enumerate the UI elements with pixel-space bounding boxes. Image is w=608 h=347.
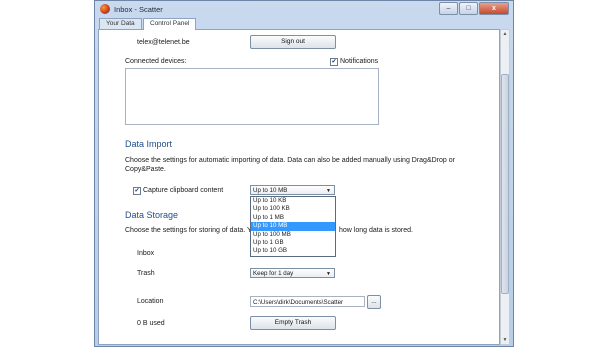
trash-retention-value: Keep for 1 day — [253, 270, 294, 277]
scrollbar-thumb[interactable] — [501, 74, 509, 294]
connected-devices-list[interactable] — [125, 68, 379, 125]
dropdown-option[interactable]: Up to 100 MB — [251, 231, 335, 239]
app-logo-icon — [100, 4, 110, 14]
data-storage-heading: Data Storage — [125, 210, 179, 220]
dropdown-option[interactable]: Up to 1 GB — [251, 239, 335, 247]
data-storage-description-left: Choose the settings for storing of data.… — [125, 227, 252, 234]
scroll-up-icon[interactable]: ▲ — [501, 30, 509, 38]
app-window: Inbox - Scatter – □ x Your Data Control … — [94, 0, 514, 347]
inbox-label: Inbox — [137, 250, 155, 257]
scroll-down-icon[interactable]: ▼ — [501, 336, 509, 344]
maximize-button[interactable]: □ — [459, 2, 478, 15]
chevron-down-icon: ▼ — [326, 271, 331, 277]
control-panel-content: telex@telenet.be Sign out Connected devi… — [98, 29, 500, 345]
dropdown-option[interactable]: Up to 100 KB — [251, 205, 335, 213]
empty-trash-button[interactable]: Empty Trash — [250, 316, 336, 330]
vertical-scrollbar[interactable]: ▲ ▼ — [500, 29, 510, 345]
location-input[interactable]: C:\Users\dirk\Documents\Scatter — [250, 296, 365, 307]
close-button[interactable]: x — [479, 2, 509, 15]
sign-out-button[interactable]: Sign out — [250, 35, 336, 49]
data-import-heading: Data Import — [125, 139, 173, 149]
location-label: Location — [137, 298, 164, 305]
import-size-select[interactable]: Up to 10 MB ▼ — [250, 185, 335, 195]
tab-your-data[interactable]: Your Data — [99, 18, 142, 29]
data-storage-description-right: how long data is stored. — [339, 227, 413, 234]
trash-retention-select[interactable]: Keep for 1 day ▼ — [250, 268, 335, 278]
dropdown-option[interactable]: Up to 10 MB — [251, 222, 335, 231]
browse-button[interactable]: ... — [367, 295, 381, 309]
connected-devices-label: Connected devices: — [125, 58, 187, 65]
data-import-description: Choose the settings for automatic import… — [125, 157, 455, 173]
trash-label: Trash — [137, 270, 155, 277]
capture-clipboard-checkbox[interactable]: ✔ — [133, 187, 141, 195]
capture-clipboard-label: Capture clipboard content — [143, 187, 224, 194]
storage-used-label: 0 B used — [137, 320, 165, 327]
chevron-down-icon: ▼ — [326, 188, 331, 194]
account-email: telex@telenet.be — [137, 39, 190, 46]
notifications-label: Notifications — [340, 58, 379, 65]
window-title: Inbox - Scatter — [114, 5, 163, 14]
minimize-button[interactable]: – — [439, 2, 458, 15]
import-size-value: Up to 10 MB — [253, 187, 288, 194]
dropdown-option[interactable]: Up to 1 MB — [251, 214, 335, 222]
dropdown-option[interactable]: Up to 10 GB — [251, 247, 335, 255]
tab-bar: Your Data Control Panel — [98, 18, 510, 30]
title-bar[interactable]: Inbox - Scatter – □ x — [95, 1, 513, 18]
dropdown-option[interactable]: Up to 10 KB — [251, 197, 335, 205]
notifications-checkbox[interactable]: ✔ — [330, 58, 338, 66]
tab-control-panel[interactable]: Control Panel — [143, 18, 197, 30]
import-size-dropdown[interactable]: Up to 10 KB Up to 100 KB Up to 1 MB Up to 1… — [250, 196, 336, 257]
